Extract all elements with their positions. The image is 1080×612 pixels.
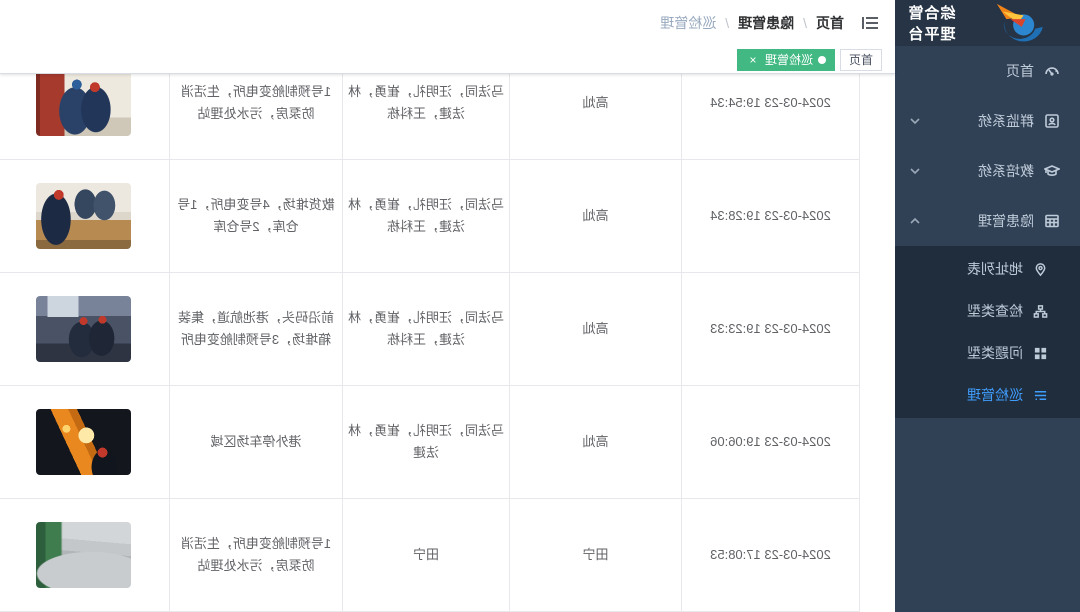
inspection-photo[interactable] [36, 183, 131, 249]
cell-people: 马法同，汪明礼，崔勇，林法建，王科栋 [342, 160, 509, 272]
sidebar-item-inspection-management[interactable]: 巡检管理 [895, 374, 1080, 416]
cell-photo [0, 499, 169, 611]
main-area: 首页 / 隐患管理 / 巡检管理 首页 巡检管理 × 2024-03-23 19… [0, 0, 895, 612]
inspection-photo[interactable] [36, 296, 131, 362]
tag-inspection-management[interactable]: 巡检管理 × [737, 49, 835, 71]
sidebar-item-check-type[interactable]: 检查类型 [895, 290, 1080, 332]
breadcrumb-current: 巡检管理 [660, 13, 716, 33]
cell-name: 田宁 [509, 499, 681, 611]
education-icon [1044, 163, 1060, 179]
cell-photo [0, 386, 169, 498]
sidebar-item-home[interactable]: 首页 [895, 46, 1080, 96]
cell-people: 马法同，汪明礼，崔勇，林法建，王科栋 [342, 273, 509, 385]
cell-location: 前沿码头，港池航道，集装箱堆场，3号预制舱变电所 [169, 273, 342, 385]
cell-time: 2024-03-23 19:23:33 [681, 273, 859, 385]
monitor-icon [1044, 113, 1060, 129]
sidebar-submenu: 地址列表 检查类型 问题类型 [895, 246, 1080, 418]
breadcrumb-home[interactable]: 首页 [816, 13, 844, 33]
dashboard-icon [1044, 63, 1060, 79]
location-pin-icon [1033, 262, 1048, 277]
cell-people: 马法同，汪明礼，崔勇，林法建 [342, 386, 509, 498]
sitemap-icon [1033, 304, 1048, 319]
tag-label: 巡检管理 [765, 51, 813, 68]
hamburger-icon[interactable] [860, 13, 880, 33]
table-icon [1044, 213, 1060, 229]
table-row: 2024-03-23 19:23:33 高灿 马法同，汪明礼，崔勇，林法建，王科… [0, 273, 859, 386]
sidebar-menu: 首页 群监系统 教培系统 [895, 46, 1080, 418]
breadcrumb-separator: / [725, 15, 729, 31]
table-row: 2024-03-23 19:06:06 高灿 马法同，汪明礼，崔勇，林法建 港外… [0, 386, 859, 499]
cell-location: 港外停车场区域 [169, 386, 342, 498]
list-icon [1033, 388, 1048, 403]
active-dot-icon [818, 56, 826, 64]
cell-name: 高灿 [509, 273, 681, 385]
sidebar-item-training[interactable]: 教培系统 [895, 146, 1080, 196]
top-navbar: 首页 / 隐患管理 / 巡检管理 [0, 0, 895, 46]
sidebar-item-address-list[interactable]: 地址列表 [895, 248, 1080, 290]
cell-name: 高灿 [509, 386, 681, 498]
sidebar-item-label: 群监系统 [921, 111, 1034, 131]
cell-photo [0, 273, 169, 385]
cell-time: 2024-03-23 17:08:53 [681, 499, 859, 611]
table-row: 2024-03-23 17:08:53 田宁 田宁 1号预制舱变电所，生活消防泵… [0, 499, 859, 612]
breadcrumb-separator: / [803, 15, 807, 31]
sidebar-item-label: 巡检管理 [967, 385, 1023, 405]
tag-label: 首页 [849, 51, 873, 68]
cell-name: 高灿 [509, 160, 681, 272]
cell-photo [0, 160, 169, 272]
cell-people: 田宁 [342, 499, 509, 611]
cell-time: 2024-03-23 19:28:34 [681, 160, 859, 272]
logo-title: 综合管理平台 [895, 2, 955, 44]
tag-home[interactable]: 首页 [840, 49, 882, 71]
chevron-down-icon [909, 165, 921, 177]
logo-icon [963, 0, 1080, 46]
chevron-down-icon [909, 115, 921, 127]
sidebar-item-mass-supervision[interactable]: 群监系统 [895, 96, 1080, 146]
cell-location: 散货堆场，4号变电所，1号仓库，2号仓库 [169, 160, 342, 272]
cell-time: 2024-03-23 19:06:06 [681, 386, 859, 498]
sidebar-item-problem-type[interactable]: 问题类型 [895, 332, 1080, 374]
inspection-photo[interactable] [36, 409, 131, 475]
inspection-photo[interactable] [36, 522, 131, 588]
sidebar-item-hazard-management[interactable]: 隐患管理 [895, 196, 1080, 246]
close-icon[interactable]: × [746, 53, 760, 67]
logo[interactable]: 综合管理平台 [895, 0, 1080, 46]
inspection-photo[interactable] [36, 70, 131, 136]
sidebar-item-label: 检查类型 [967, 301, 1023, 321]
sidebar-item-label: 隐患管理 [921, 211, 1034, 231]
page-root: 综合管理平台 首页 群监系统 [0, 0, 1080, 612]
inspection-table: 2024-03-23 19:54:34 高灿 马法同，汪明礼，崔勇，林法建，王科… [0, 47, 860, 612]
grid-icon [1033, 346, 1048, 361]
sidebar-item-label: 地址列表 [967, 259, 1023, 279]
table-row: 2024-03-23 19:28:34 高灿 马法同，汪明礼，崔勇，林法建，王科… [0, 160, 859, 273]
cell-location: 1号预制舱变电所，生活消防泵房，污水处理站 [169, 499, 342, 611]
sidebar-item-label: 教培系统 [921, 161, 1034, 181]
breadcrumb-hazard[interactable]: 隐患管理 [738, 13, 794, 33]
sidebar: 综合管理平台 首页 群监系统 [895, 0, 1080, 612]
chevron-up-icon [909, 215, 921, 227]
sidebar-item-label: 问题类型 [967, 343, 1023, 363]
tags-view: 首页 巡检管理 × [0, 46, 895, 74]
breadcrumb: 首页 / 隐患管理 / 巡检管理 [660, 13, 844, 33]
sidebar-item-label: 首页 [909, 61, 1034, 81]
